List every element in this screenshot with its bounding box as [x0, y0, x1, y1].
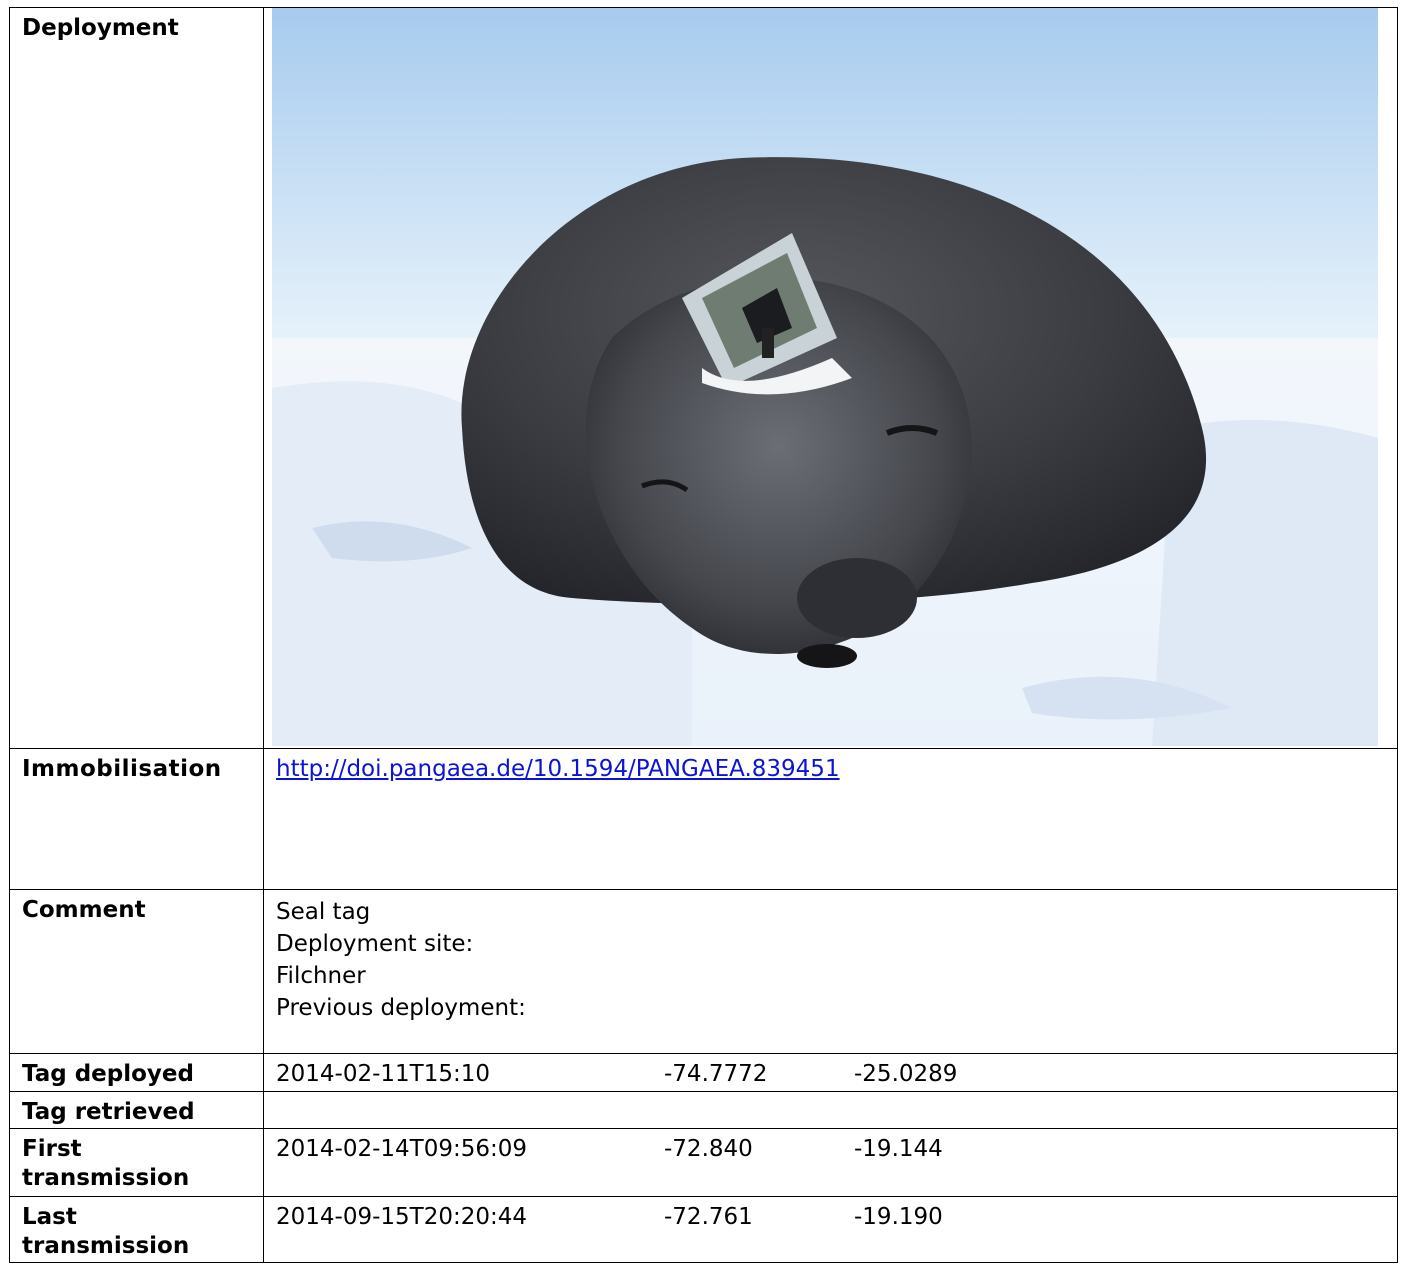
last-transmission-row: Last transmission 2014-09-15T20:20:44 -72… — [9, 1196, 1398, 1263]
tag-retrieved-cell — [263, 1091, 1398, 1129]
immobilisation-cell: http://doi.pangaea.de/10.1594/PANGAEA.83… — [263, 748, 1398, 890]
first-transmission-label-2: transmission — [22, 1165, 190, 1191]
comment-line: Seal tag — [276, 899, 371, 925]
last-transmission-lon: -19.190 — [854, 1204, 943, 1230]
first-transmission-cell: 2014-02-14T09:56:09 -72.840 -19.144 — [263, 1128, 1398, 1197]
last-transmission-label-1: Last — [22, 1204, 77, 1230]
comment-cell: Seal tag Deployment site: Filchner Previ… — [263, 889, 1398, 1054]
deployment-row: Deployment — [9, 7, 1398, 749]
last-transmission-label: Last transmission — [9, 1196, 264, 1263]
first-transmission-lon: -19.144 — [854, 1136, 943, 1162]
tag-deployed-lat: -74.7772 — [664, 1061, 768, 1087]
deployment-photo-cell — [263, 7, 1398, 749]
comment-row: Comment Seal tag Deployment site: Filchn… — [9, 889, 1398, 1054]
last-transmission-lat: -72.761 — [664, 1204, 753, 1230]
comment-line: Previous deployment: — [276, 995, 526, 1021]
tag-deployed-time: 2014-02-11T15:10 — [276, 1061, 490, 1087]
tag-deployed-label: Tag deployed — [9, 1053, 264, 1092]
tag-deployed-cell: 2014-02-11T15:10 -74.7772 -25.0289 — [263, 1053, 1398, 1092]
first-transmission-label: First transmission — [9, 1128, 264, 1197]
seal-photo — [272, 8, 1378, 746]
tag-retrieved-row: Tag retrieved — [9, 1091, 1398, 1129]
immobilisation-row: Immobilisation http://doi.pangaea.de/10.… — [9, 748, 1398, 890]
last-transmission-cell: 2014-09-15T20:20:44 -72.761 -19.190 — [263, 1196, 1398, 1263]
immobilisation-label: Immobilisation — [9, 748, 264, 890]
first-transmission-time: 2014-02-14T09:56:09 — [276, 1136, 528, 1162]
last-transmission-label-2: transmission — [22, 1233, 190, 1259]
comment-line: Filchner — [276, 963, 366, 989]
tag-retrieved-label: Tag retrieved — [9, 1091, 264, 1129]
first-transmission-label-1: First — [22, 1136, 82, 1162]
deployment-table: Deployment Immobilisation http://doi.pan… — [9, 7, 1398, 1263]
comment-line: Deployment site: — [276, 931, 474, 957]
tag-deployed-row: Tag deployed 2014-02-11T15:10 -74.7772 -25… — [9, 1053, 1398, 1092]
immobilisation-doi-link[interactable]: http://doi.pangaea.de/10.1594/PANGAEA.83… — [276, 756, 840, 782]
last-transmission-time: 2014-09-15T20:20:44 — [276, 1204, 528, 1230]
tag-deployed-lon: -25.0289 — [854, 1061, 958, 1087]
first-transmission-lat: -72.840 — [664, 1136, 753, 1162]
first-transmission-row: First transmission 2014-02-14T09:56:09 -7… — [9, 1128, 1398, 1197]
comment-label: Comment — [9, 889, 264, 1054]
deployment-label: Deployment — [9, 7, 264, 749]
